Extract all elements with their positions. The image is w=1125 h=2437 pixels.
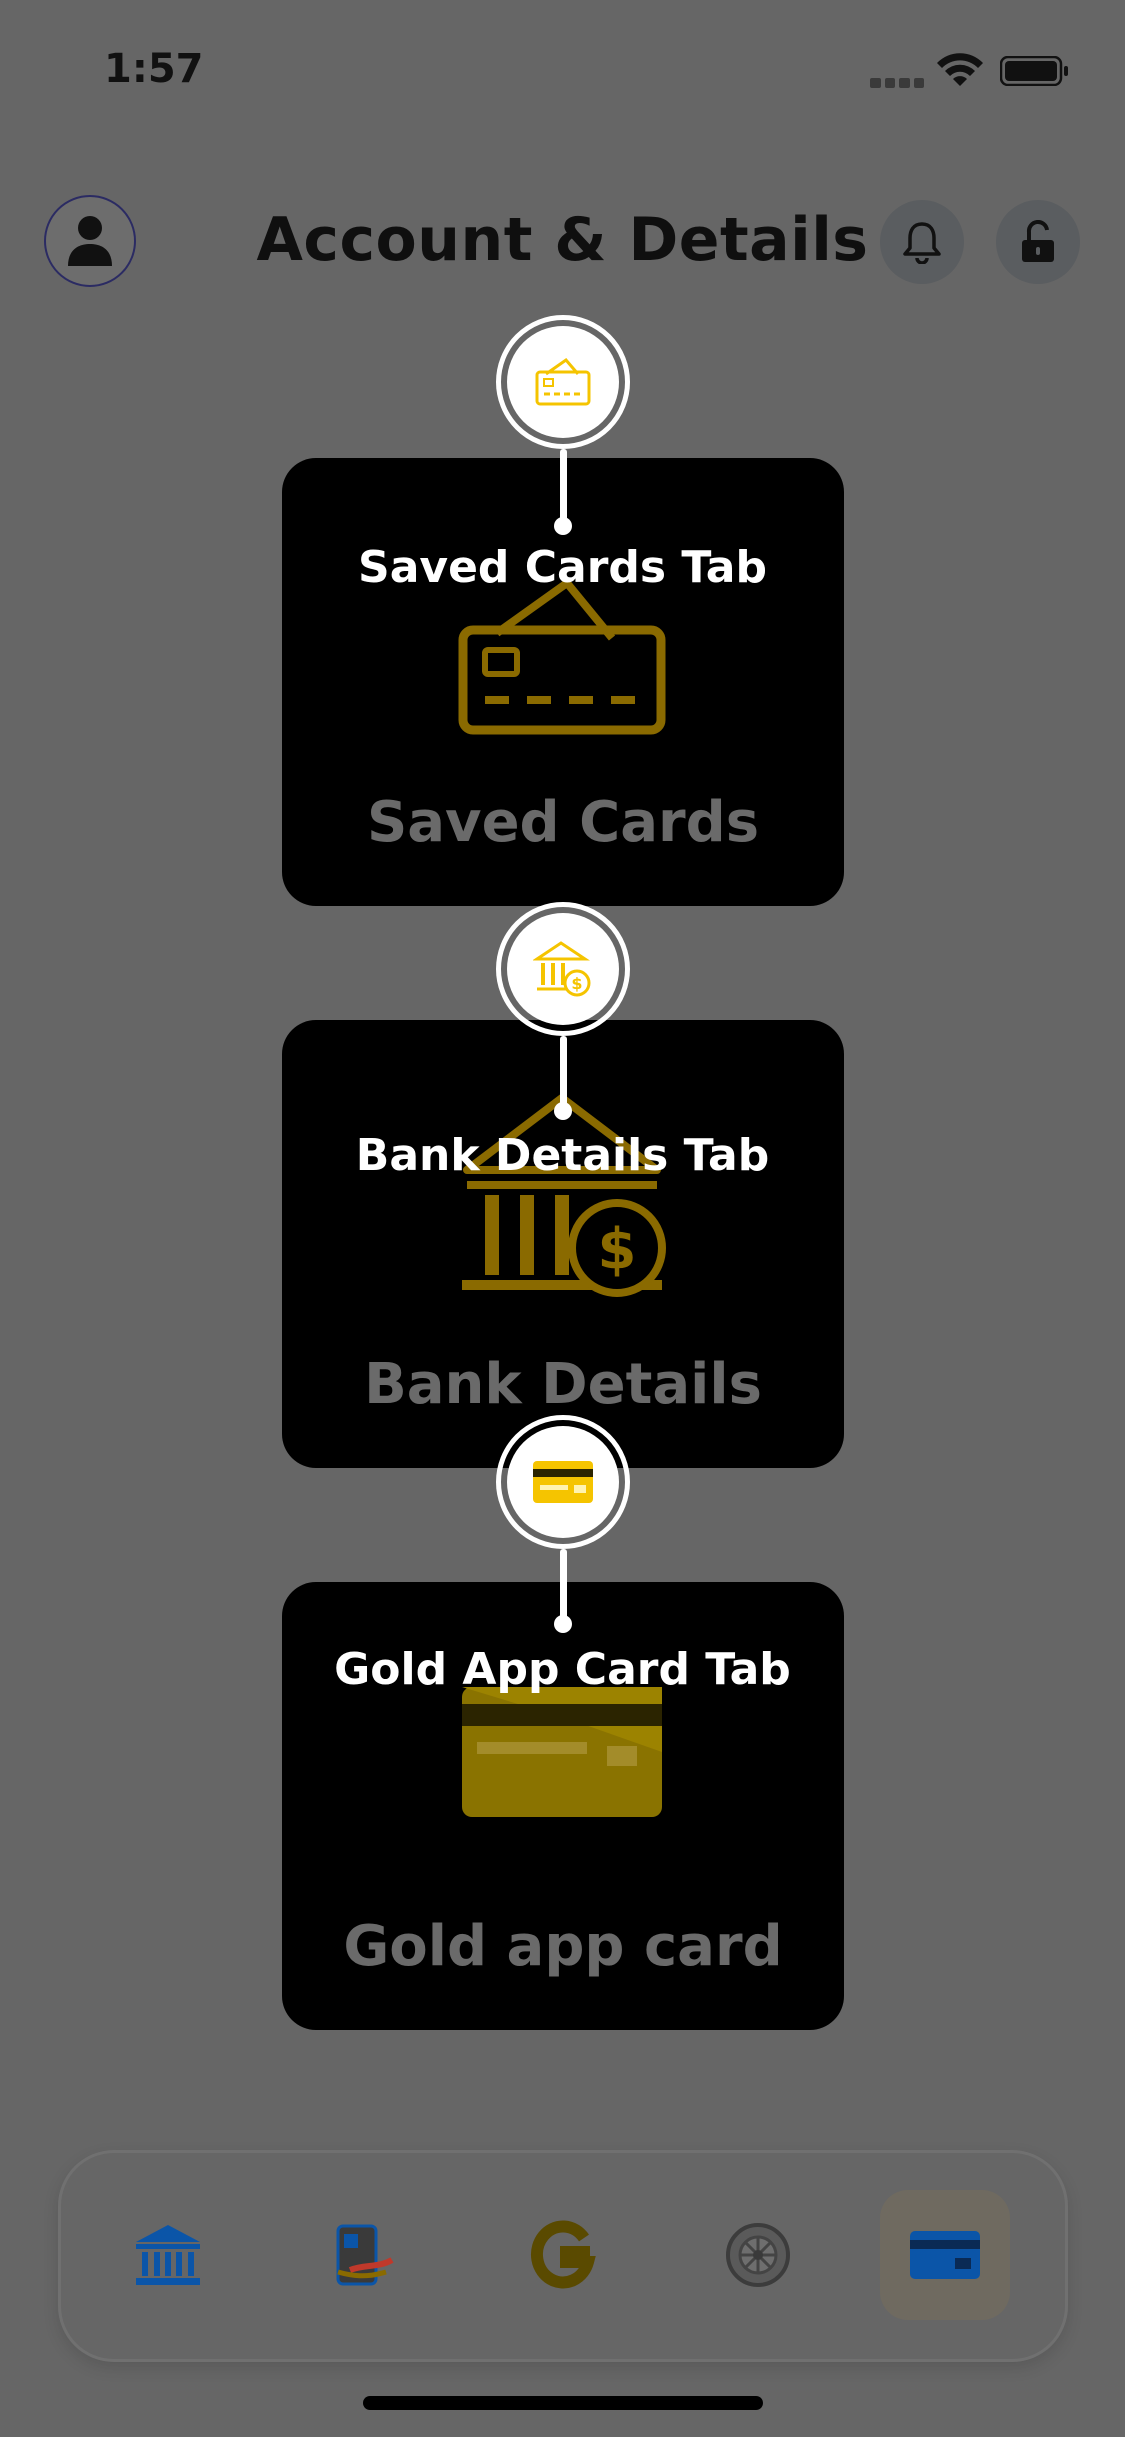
vault-icon	[726, 2223, 790, 2287]
coachmark-gold-app-card-text: Gold App Card Tab	[334, 1644, 791, 1695]
unlock-icon	[1022, 220, 1054, 262]
home-indicator	[363, 2396, 763, 2410]
coachmark-dot	[554, 1615, 572, 1633]
bottom-navigation	[58, 2150, 1068, 2362]
card-icon	[910, 2231, 980, 2279]
gold-app-card-label: Gold app card	[343, 1914, 783, 1979]
wifi-icon	[937, 53, 983, 86]
nav-gold[interactable]	[498, 2190, 628, 2320]
saved-cards-label: Saved Cards	[366, 790, 760, 855]
nav-cards[interactable]	[880, 2190, 1010, 2320]
coachmark-gold-app-card	[496, 1415, 630, 1549]
bell-icon	[903, 222, 941, 264]
nav-vault[interactable]	[693, 2190, 823, 2320]
nav-payments[interactable]	[298, 2190, 428, 2320]
coachmark-bank-details-text: Bank Details Tab	[355, 1130, 770, 1181]
credit-card-icon	[535, 357, 591, 406]
coachmark-saved-cards	[496, 315, 630, 449]
coachmark-bank-details: $	[496, 902, 630, 1036]
notifications-button[interactable]	[880, 200, 964, 284]
bank-dollar-icon: $	[462, 1094, 666, 1297]
bank-details-label: Bank Details	[364, 1352, 762, 1417]
svg-text:$: $	[571, 974, 582, 993]
nav-bank[interactable]	[103, 2190, 233, 2320]
status-time: 1:57	[104, 46, 204, 92]
coachmark-dot	[554, 1102, 572, 1120]
bank-icon	[136, 2225, 200, 2285]
cellular-signal-icon	[870, 78, 924, 88]
coachmark-dot	[554, 517, 572, 535]
bank-dollar-icon: $	[533, 941, 591, 997]
credit-card-icon	[458, 579, 666, 735]
payment-phone-icon	[336, 2224, 394, 2286]
gold-card-icon	[462, 1687, 662, 1817]
gold-card-icon	[533, 1461, 593, 1503]
coachmark-saved-cards-text: Saved Cards Tab	[358, 542, 767, 593]
gold-g-icon	[531, 2220, 596, 2289]
svg-text:$: $	[598, 1217, 637, 1282]
battery-icon	[1000, 56, 1068, 86]
lock-button[interactable]	[996, 200, 1080, 284]
